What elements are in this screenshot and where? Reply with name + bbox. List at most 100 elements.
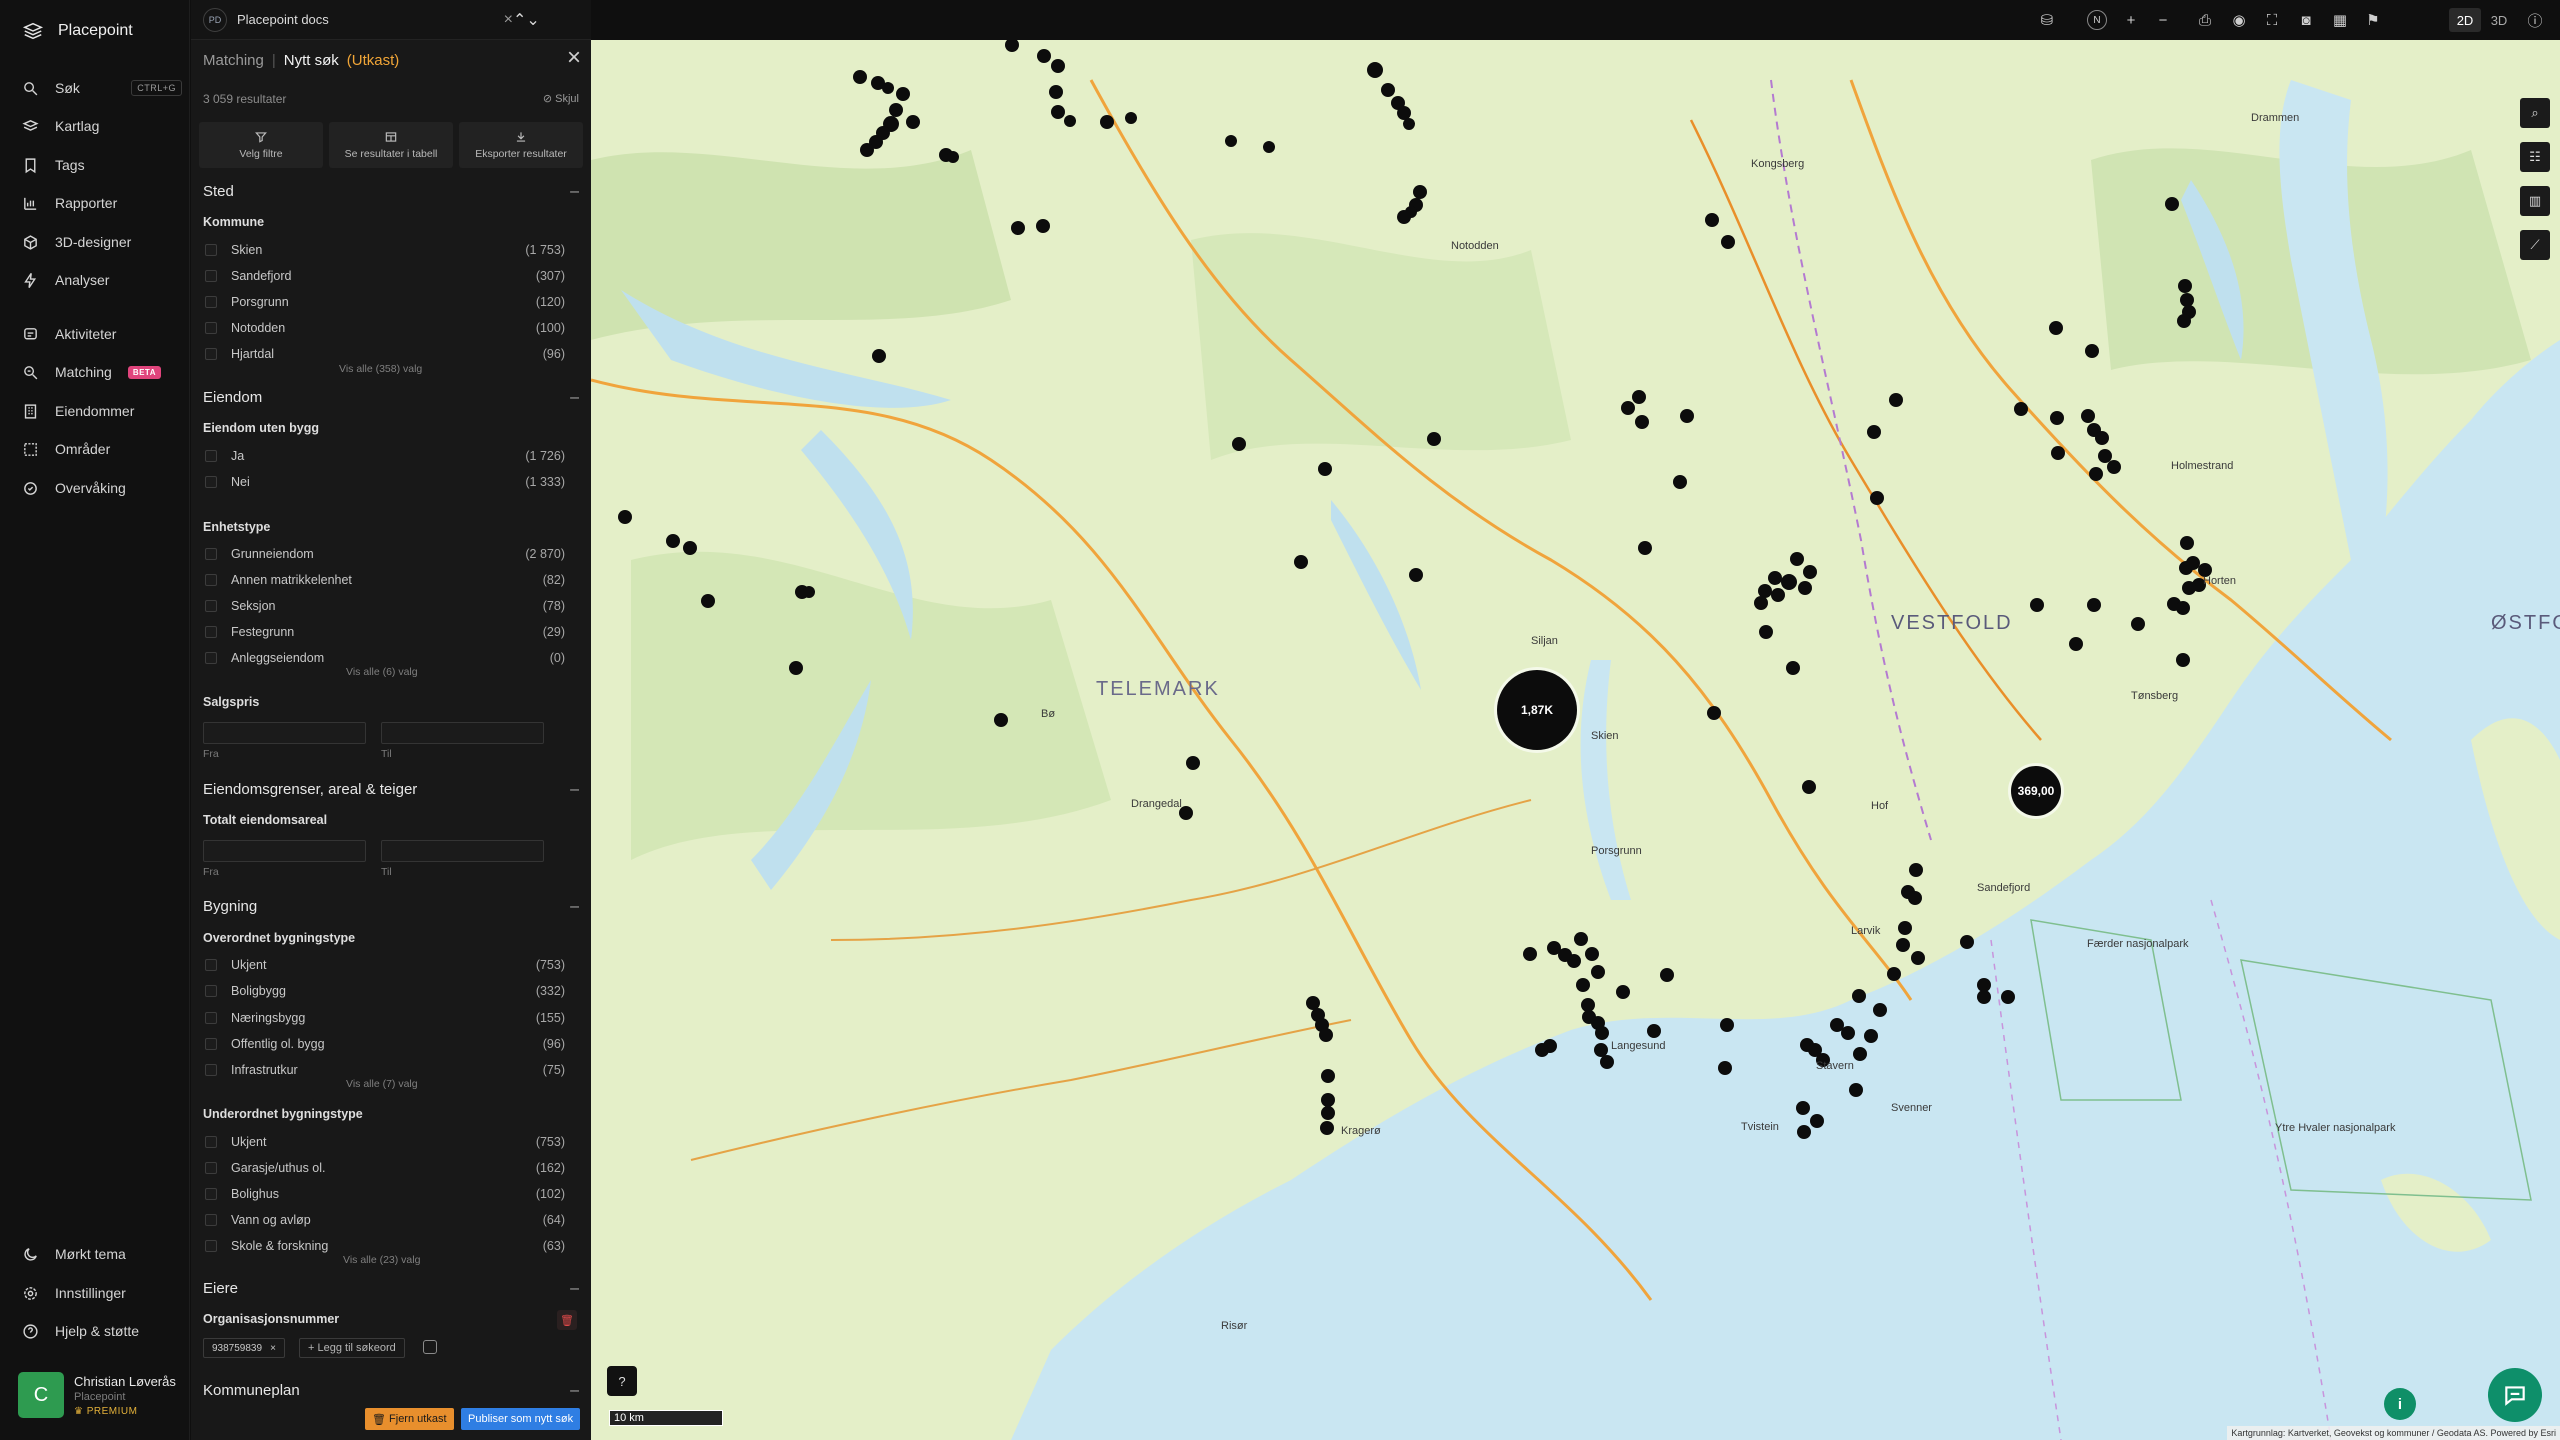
cluster-marker[interactable]: 1,87K bbox=[1497, 670, 1577, 750]
publish-search-button[interactable]: Publiser som nytt søk bbox=[461, 1408, 581, 1430]
trash-icon[interactable]: 🗑 bbox=[557, 1310, 577, 1330]
workspace-tab[interactable]: PD Placepoint docs × bbox=[203, 7, 513, 32]
collapse-icon[interactable]: – bbox=[570, 183, 579, 201]
checkbox[interactable] bbox=[205, 322, 217, 334]
grid-icon[interactable]: ▦ bbox=[2330, 10, 2350, 30]
option-seksjon[interactable]: Seksjon (78) bbox=[205, 597, 565, 615]
cluster-marker[interactable]: 369,00 bbox=[2011, 766, 2061, 816]
option-hjartdal[interactable]: Hjartdal (96) bbox=[205, 345, 565, 363]
salgspris-to-input[interactable] bbox=[381, 722, 544, 744]
checkbox[interactable] bbox=[205, 626, 217, 638]
nav-item-matching[interactable]: Matching BETA bbox=[22, 360, 182, 384]
checkbox[interactable] bbox=[205, 1214, 217, 1226]
checkbox[interactable] bbox=[205, 450, 217, 462]
chart-icon[interactable]: ▥ bbox=[2520, 186, 2550, 216]
checkbox[interactable] bbox=[205, 296, 217, 308]
checkbox[interactable] bbox=[205, 1162, 217, 1174]
globe-search-icon[interactable]: ⌕ bbox=[2520, 98, 2550, 128]
hide-button[interactable]: ⊘ Skjul bbox=[543, 92, 579, 105]
collapse-icon[interactable]: – bbox=[570, 781, 579, 799]
option-bolighus[interactable]: Bolighus (102) bbox=[205, 1185, 565, 1203]
choose-filters-button[interactable]: Velg filtre bbox=[199, 122, 323, 168]
section-eiendom[interactable]: Eiendom – bbox=[203, 389, 579, 406]
section-bygning[interactable]: Bygning – bbox=[203, 898, 579, 915]
collapse-icon[interactable]: – bbox=[570, 389, 579, 407]
bookmark-icon[interactable]: ⚑ bbox=[2363, 10, 2383, 30]
section-eiere[interactable]: Eiere – bbox=[203, 1280, 579, 1297]
option-infrastruktur[interactable]: Infrastrutkur (75) bbox=[205, 1061, 565, 1079]
user-profile[interactable]: C Christian Løverås Placepoint ♛ PREMIUM bbox=[18, 1372, 176, 1418]
salgspris-from-input[interactable] bbox=[203, 722, 366, 744]
option-anleggseiendom[interactable]: Anleggseiendom (0) bbox=[205, 649, 565, 667]
mode-2d-button[interactable]: 2D bbox=[2449, 8, 2481, 32]
eye-icon[interactable]: ◉ bbox=[2229, 10, 2249, 30]
nav-item-eiendommer[interactable]: Eiendommer bbox=[22, 399, 182, 423]
nav-item-omrader[interactable]: Områder bbox=[22, 437, 182, 461]
map-help-button[interactable]: ? bbox=[607, 1366, 637, 1396]
option-offentlig[interactable]: Offentlig ol. bygg (96) bbox=[205, 1035, 565, 1053]
checkbox[interactable] bbox=[205, 985, 217, 997]
option-skien[interactable]: Skien (1 753) bbox=[205, 241, 565, 259]
option-ukjent[interactable]: Ukjent (753) bbox=[205, 956, 565, 974]
checkbox[interactable] bbox=[205, 1012, 217, 1024]
areal-from-input[interactable] bbox=[203, 840, 366, 862]
export-results-button[interactable]: Eksporter resultater bbox=[459, 122, 583, 168]
checkbox[interactable] bbox=[205, 348, 217, 360]
mode-3d-button[interactable]: 3D bbox=[2483, 8, 2515, 32]
show-all-link[interactable]: Vis alle (358) valg bbox=[339, 363, 422, 375]
option-ja[interactable]: Ja (1 726) bbox=[205, 447, 565, 465]
nav-item-analyser[interactable]: Analyser bbox=[22, 268, 182, 292]
layers-stack-icon[interactable]: ⛁ bbox=[2037, 10, 2057, 30]
option-boligbygg[interactable]: Boligbygg (332) bbox=[205, 982, 565, 1000]
checkbox[interactable] bbox=[205, 548, 217, 560]
copy-icon[interactable] bbox=[423, 1340, 437, 1354]
brand[interactable]: Placepoint bbox=[22, 20, 133, 42]
collapse-icon[interactable]: – bbox=[570, 1382, 579, 1400]
option-nei[interactable]: Nei (1 333) bbox=[205, 473, 565, 491]
checkbox[interactable] bbox=[205, 1064, 217, 1076]
measure-icon[interactable]: ☷ bbox=[2520, 142, 2550, 172]
option-annen-matrikkelenhet[interactable]: Annen matrikkelenhet (82) bbox=[205, 571, 565, 589]
collapse-icon[interactable]: – bbox=[570, 1280, 579, 1298]
add-keyword-button[interactable]: + Legg til søkeord bbox=[299, 1338, 405, 1358]
camera-icon[interactable]: ◙ bbox=[2296, 10, 2316, 30]
option-festegrunn[interactable]: Festegrunn (29) bbox=[205, 623, 565, 641]
nav-item-settings[interactable]: Innstillinger bbox=[22, 1281, 182, 1305]
remove-draft-button[interactable]: 🗑 Fjern utkast bbox=[365, 1408, 454, 1430]
fullscreen-icon[interactable]: ⛶ bbox=[2262, 10, 2282, 30]
checkbox[interactable] bbox=[205, 959, 217, 971]
breadcrumb-parent[interactable]: Matching bbox=[203, 52, 264, 69]
checkbox[interactable] bbox=[205, 1188, 217, 1200]
checkbox[interactable] bbox=[205, 574, 217, 586]
checkbox[interactable] bbox=[205, 1136, 217, 1148]
section-areal[interactable]: Eiendomsgrenser, areal & teiger – bbox=[203, 781, 579, 798]
checkbox[interactable] bbox=[205, 1038, 217, 1050]
zoom-in-icon[interactable]: + bbox=[2121, 10, 2141, 30]
section-kommuneplan[interactable]: Kommuneplan – bbox=[203, 1382, 579, 1399]
close-icon[interactable]: × bbox=[504, 11, 513, 29]
nav-item-overvaking[interactable]: Overvåking bbox=[22, 476, 182, 500]
nav-item-search[interactable]: Søk CTRL+G bbox=[22, 76, 182, 100]
compass-icon[interactable]: N bbox=[2087, 10, 2107, 30]
option-garasje[interactable]: Garasje/uthus ol. (162) bbox=[205, 1159, 565, 1177]
nav-item-dark-theme[interactable]: Mørkt tema bbox=[22, 1242, 182, 1266]
nav-item-rapporter[interactable]: Rapporter bbox=[22, 191, 182, 215]
info-button[interactable]: i bbox=[2384, 1388, 2416, 1420]
nav-item-kartlag[interactable]: Kartlag bbox=[22, 114, 182, 138]
print-icon[interactable]: ⎙ bbox=[2195, 10, 2215, 30]
checkbox[interactable] bbox=[205, 244, 217, 256]
nav-item-aktiviteter[interactable]: Aktiviteter bbox=[22, 322, 182, 346]
section-sted[interactable]: Sted – bbox=[203, 183, 579, 200]
nav-item-3d-designer[interactable]: 3D-designer bbox=[22, 230, 182, 254]
close-icon[interactable]: × bbox=[270, 1343, 276, 1354]
checkbox[interactable] bbox=[205, 600, 217, 612]
show-all-link[interactable]: Vis alle (6) valg bbox=[346, 666, 418, 678]
zoom-out-icon[interactable]: − bbox=[2153, 10, 2173, 30]
nav-item-help[interactable]: Hjelp & støtte bbox=[22, 1319, 182, 1343]
show-all-link[interactable]: Vis alle (7) valg bbox=[346, 1078, 418, 1090]
chat-button[interactable] bbox=[2488, 1368, 2542, 1422]
option-vann-avlop[interactable]: Vann og avløp (64) bbox=[205, 1211, 565, 1229]
nav-item-tags[interactable]: Tags bbox=[22, 153, 182, 177]
checkbox[interactable] bbox=[205, 652, 217, 664]
option-naeringsbygg[interactable]: Næringsbygg (155) bbox=[205, 1009, 565, 1027]
